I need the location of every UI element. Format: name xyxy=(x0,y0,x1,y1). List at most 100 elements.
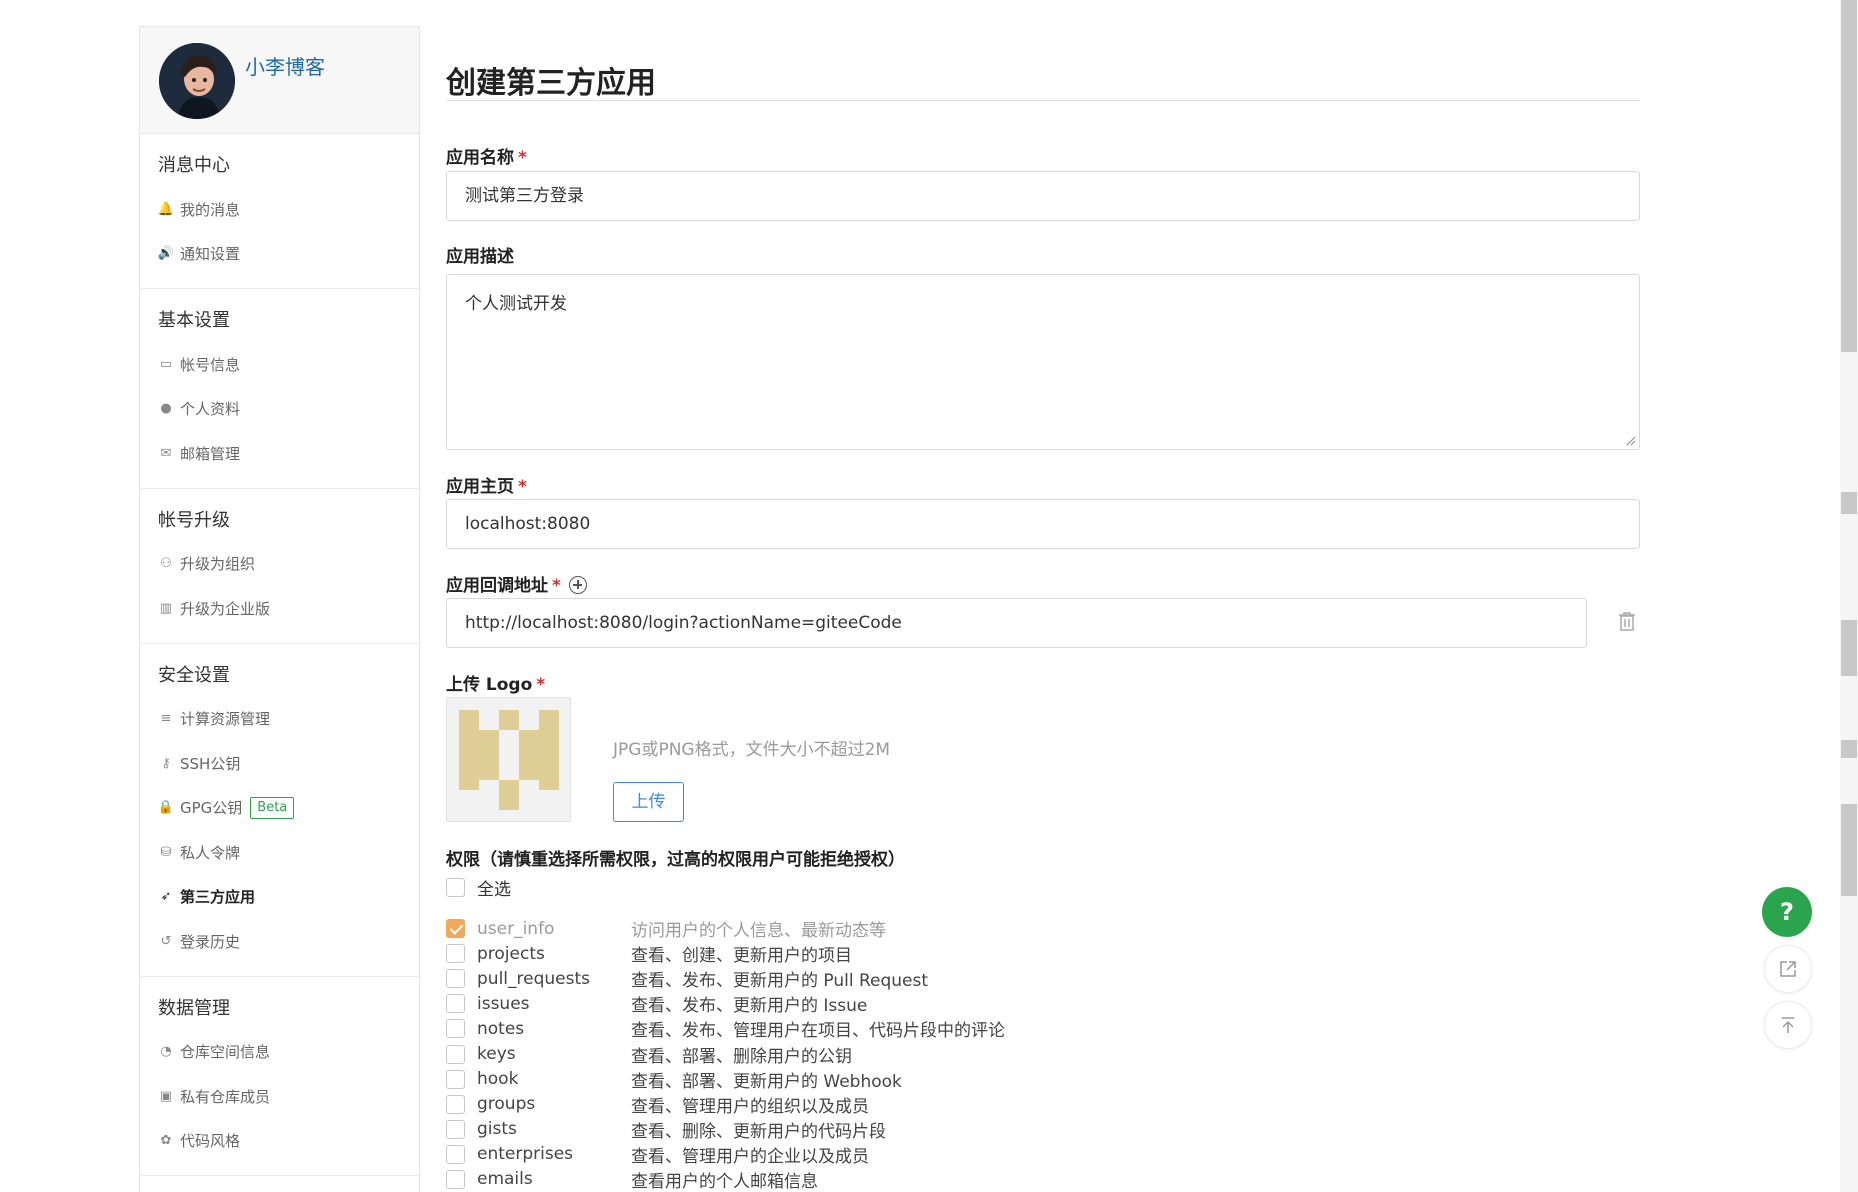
sidebar-item-label: 第三方应用 xyxy=(180,888,256,907)
sidebar-item[interactable]: ⛁ 私人令牌 xyxy=(140,830,419,875)
scope-checkbox[interactable] xyxy=(446,1119,465,1139)
username-link[interactable]: 小李博客 xyxy=(245,51,325,80)
back-to-top-icon xyxy=(1782,1017,1794,1033)
scope-row[interactable]: user_info 访问用户的个人信息、最新动态等 xyxy=(446,916,1246,941)
scope-name: notes xyxy=(477,1018,525,1039)
scope-checkbox[interactable] xyxy=(446,1144,465,1164)
upload-button[interactable]: 上传 xyxy=(613,782,684,822)
question-icon: ? xyxy=(1780,898,1794,926)
scope-list: user_info 访问用户的个人信息、最新动态等 projects 查看、创建、更新… xyxy=(446,916,1246,1192)
sidebar-group: 安全设置 ≡ 计算资源管理 ⚷ SSH公钥 🔒 GPG公钥 Beta ⛁ 私人令牌 ➶ 第三方应用 ↺ 登… xyxy=(140,644,419,977)
required-marker: * xyxy=(518,477,527,497)
sidebar-item[interactable]: ▭ 帐号信息 xyxy=(140,342,419,387)
scope-name: groups xyxy=(477,1094,536,1115)
sidebar-item-label: 通知设置 xyxy=(180,245,241,264)
sidebar-item[interactable]: ≡ 计算资源管理 xyxy=(140,697,419,742)
app-name-label: 应用名称 * xyxy=(446,148,527,168)
token-icon: ⛁ xyxy=(160,844,172,860)
scope-checkbox[interactable] xyxy=(446,1069,465,1089)
avatar[interactable] xyxy=(159,43,235,119)
badge-icon: ▣ xyxy=(159,1088,173,1104)
scope-row[interactable]: issues 查看、发布、更新用户的 Issue xyxy=(446,991,1246,1016)
scope-description: 查看、管理用户的组织以及成员 xyxy=(631,1096,869,1117)
sidebar-item[interactable]: ✿ 代码风格 xyxy=(140,1119,419,1164)
select-all-label: 全选 xyxy=(477,880,511,900)
scope-row[interactable]: projects 查看、创建、更新用户的项目 xyxy=(446,941,1246,966)
external-link-button[interactable] xyxy=(1764,945,1812,993)
sidebar-item-label: 升级为企业版 xyxy=(180,599,271,618)
sidebar-item[interactable]: ↺ 登录历史 xyxy=(140,919,419,964)
scope-checkbox[interactable] xyxy=(446,944,465,964)
scope-name: user_info xyxy=(477,918,555,939)
external-link-icon xyxy=(1780,961,1796,977)
scope-name: pull_requests xyxy=(477,968,590,989)
bell-icon: 🔔 xyxy=(157,201,175,217)
app-name-input[interactable]: 测试第三方登录 xyxy=(446,171,1640,221)
sidebar-item[interactable]: ● 个人资料 xyxy=(140,387,419,432)
sidebar-item-label: 我的消息 xyxy=(180,200,241,219)
scope-row[interactable]: groups 查看、管理用户的组织以及成员 xyxy=(446,1092,1246,1117)
sidebar-item[interactable]: ▣ 私有仓库成员 xyxy=(140,1074,419,1119)
sidebar-item-label: 计算资源管理 xyxy=(180,710,271,729)
scope-row[interactable]: pull_requests 查看、发布、更新用户的 Pull Request xyxy=(446,966,1246,991)
required-marker: * xyxy=(536,675,546,695)
app-desc-value: 个人测试开发 xyxy=(465,294,567,314)
sidebar-item[interactable]: 🔔 我的消息 xyxy=(140,187,419,232)
scrollbar-marker xyxy=(1841,804,1857,896)
sidebar-item[interactable]: ▥ 升级为企业版 xyxy=(140,586,419,631)
select-all-checkbox[interactable] xyxy=(446,878,465,897)
scope-row[interactable]: gists 查看、删除、更新用户的代码片段 xyxy=(446,1117,1246,1142)
scope-description: 查看、部署、删除用户的公钥 xyxy=(631,1046,852,1067)
scope-checkbox[interactable] xyxy=(446,919,465,939)
scope-row[interactable]: enterprises 查看、管理用户的企业以及成员 xyxy=(446,1142,1246,1167)
scope-description: 查看、发布、更新用户的 Issue xyxy=(631,996,868,1017)
sidebar-item-label: 升级为组织 xyxy=(180,555,256,574)
speaker-icon: 🔊 xyxy=(157,246,175,262)
scope-description: 查看、发布、更新用户的 Pull Request xyxy=(631,971,929,992)
sidebar-group-title: 消息中心 xyxy=(158,155,230,176)
user-icon: ● xyxy=(160,401,172,417)
scrollbar-marker xyxy=(1841,620,1857,676)
page-title: 创建第三方应用 xyxy=(446,66,656,101)
select-all[interactable]: 全选 xyxy=(446,875,511,900)
sidebar-item[interactable]: ⚷ SSH公钥 xyxy=(140,741,419,786)
logo-label: 上传 Logo * xyxy=(446,675,546,695)
homepage-label: 应用主页 * xyxy=(446,477,527,497)
building-icon: ▥ xyxy=(159,600,173,616)
beta-badge: Beta xyxy=(250,796,295,819)
homepage-input[interactable]: localhost:8080 xyxy=(446,499,1640,549)
scope-row[interactable]: hook 查看、部署、更新用户的 Webhook xyxy=(446,1067,1246,1092)
scope-checkbox[interactable] xyxy=(446,1019,465,1039)
sidebar-item[interactable]: 🔒 GPG公钥 Beta xyxy=(140,786,419,831)
help-button[interactable]: ? xyxy=(1762,887,1812,937)
scrollbar-marker xyxy=(1841,740,1857,758)
back-to-top-button[interactable] xyxy=(1764,1001,1812,1049)
sidebar-group-title: 安全设置 xyxy=(158,664,230,686)
sidebar-group-title: 基本设置 xyxy=(158,310,230,331)
sidebar-item[interactable]: ◔ 仓库空间信息 xyxy=(140,1030,419,1075)
sidebar-group: 数据管理 ◔ 仓库空间信息 ▣ 私有仓库成员 ✿ 代码风格 xyxy=(140,977,419,1176)
logo-preview xyxy=(446,697,571,822)
scope-checkbox[interactable] xyxy=(446,969,465,989)
scrollbar-thumb[interactable] xyxy=(1841,0,1857,352)
scope-checkbox[interactable] xyxy=(446,1169,465,1189)
scope-row[interactable]: notes 查看、发布、管理用户在项目、代码片段中的评论 xyxy=(446,1016,1246,1041)
scope-checkbox[interactable] xyxy=(446,994,465,1014)
add-callback-icon[interactable] xyxy=(568,576,587,594)
sidebar-group: 消息中心 🔔 我的消息 🔊 通知设置 xyxy=(140,134,419,289)
callback-input[interactable]: http://localhost:8080/login?actionName=g… xyxy=(446,598,1587,648)
sidebar-item[interactable]: ⚇ 升级为组织 xyxy=(140,542,419,587)
logo-hint: JPG或PNG格式，文件大小不超过2M xyxy=(613,740,891,760)
app-desc-textarea[interactable]: 个人测试开发 xyxy=(446,274,1640,450)
sidebar-item[interactable]: ✉ 邮箱管理 xyxy=(140,431,419,476)
scope-checkbox[interactable] xyxy=(446,1094,465,1114)
sidebar-item[interactable]: ➶ 第三方应用 xyxy=(140,875,419,920)
scope-row[interactable]: keys 查看、部署、删除用户的公钥 xyxy=(446,1041,1246,1067)
resize-handle-icon[interactable] xyxy=(1626,436,1636,446)
trash-icon[interactable] xyxy=(1618,611,1636,631)
pie-chart-icon: ◔ xyxy=(160,1044,172,1060)
scope-row[interactable]: emails 查看用户的个人邮箱信息 xyxy=(446,1167,1246,1192)
sidebar-item[interactable]: 🔊 通知设置 xyxy=(140,232,419,277)
scope-checkbox[interactable] xyxy=(446,1044,465,1064)
app-desc-label: 应用描述 xyxy=(446,247,514,267)
